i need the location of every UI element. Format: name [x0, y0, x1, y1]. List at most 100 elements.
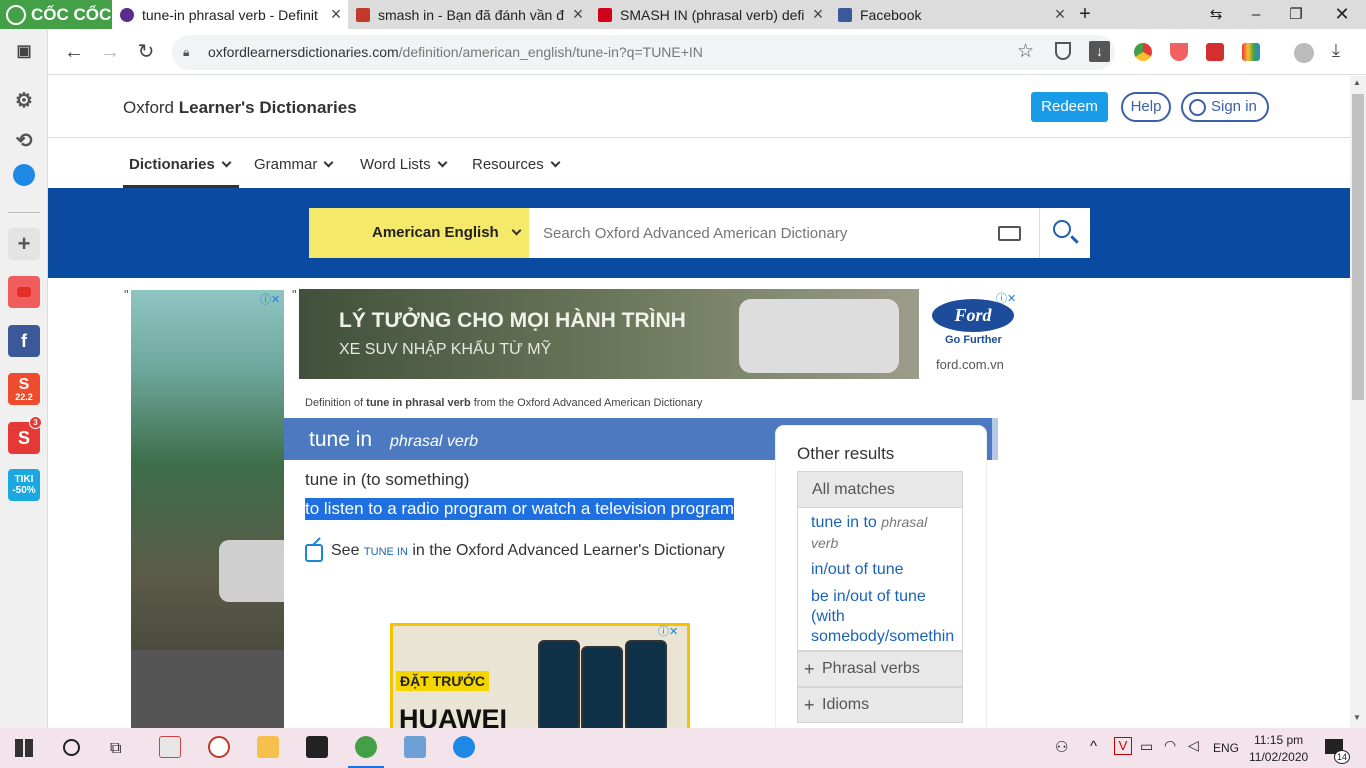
minimize-button[interactable]: – [1236, 0, 1276, 29]
see-also-link[interactable]: See TUNE IN in the Oxford Advanced Learn… [331, 542, 725, 560]
clock-date[interactable]: 11/02/2020 [1249, 750, 1308, 764]
tab-tune-in[interactable]: tune-in phrasal verb - Definit × [112, 0, 348, 29]
nav-resources[interactable]: Resources [472, 156, 561, 173]
extension-icon[interactable] [1134, 43, 1152, 61]
app-icon[interactable] [159, 736, 181, 758]
ad-banner-ford[interactable]: LÝ TƯỞNG CHO MỌI HÀNH TRÌNH XE SUV NHẬP … [299, 289, 919, 379]
close-icon[interactable]: × [566, 4, 590, 25]
tab-smash-in-definition[interactable]: SMASH IN (phrasal verb) defi × [590, 0, 830, 29]
unikey-icon[interactable]: V [1114, 737, 1132, 755]
close-icon[interactable]: × [806, 4, 830, 25]
facebook-favicon-icon [838, 7, 852, 22]
tab-facebook[interactable]: Facebook × [830, 0, 1072, 29]
redeem-button[interactable]: Redeem [1031, 92, 1108, 122]
adchoices-icon[interactable]: ⓘ✕ [996, 290, 1016, 306]
zalo-icon[interactable] [453, 736, 475, 758]
coccoc-menu-button[interactable]: CỐC CỐC [0, 0, 112, 29]
dictionary-select[interactable]: American English [309, 208, 529, 258]
task-view-icon[interactable]: ⧉ [110, 740, 121, 758]
scroll-down-arrow-icon[interactable]: ▼ [1353, 713, 1361, 722]
chevron-up-icon[interactable]: ^ [1090, 738, 1097, 755]
ad-car-image [219, 540, 284, 602]
url-text[interactable]: oxfordlearnersdictionaries.com/definitio… [208, 44, 703, 60]
restore-button[interactable]: ❐ [1276, 0, 1316, 29]
site-title-plain: Oxford [123, 98, 179, 117]
download-video-icon[interactable]: ↓ [1089, 41, 1110, 62]
sidebar-toggle-icon[interactable]: ▣ [8, 35, 40, 67]
add-shortcut-icon[interactable]: + [8, 228, 40, 260]
reload-button[interactable]: ↻ [134, 40, 158, 64]
sticky-notes-icon[interactable] [306, 736, 328, 758]
wifi-icon[interactable]: ◠ [1164, 737, 1176, 754]
history-icon[interactable]: ⟲ [8, 124, 40, 156]
nav-dictionaries[interactable]: Dictionaries [129, 156, 232, 173]
search-input[interactable] [529, 208, 1039, 258]
back-button[interactable]: ← [62, 40, 86, 64]
bookmark-star-icon[interactable]: ☆ [1017, 40, 1034, 63]
ad-preorder-tag: ĐẶT TRƯỚC [396, 671, 489, 691]
result-link-in-out-of-tune[interactable]: in/out of tune [811, 560, 904, 580]
result-link-tune-in-to-pos[interactable]: verb [811, 533, 838, 554]
web-page: Oxford Learner's Dictionaries Redeem Hel… [48, 76, 1350, 728]
shield-icon[interactable] [1055, 42, 1071, 60]
extension-icon[interactable] [1206, 43, 1224, 61]
file-explorer-icon[interactable] [257, 736, 279, 758]
all-matches-header[interactable]: All matches [798, 472, 962, 508]
adchoices-icon[interactable]: ⓘ✕ [260, 291, 280, 307]
help-button[interactable]: Help [1121, 92, 1171, 122]
search-icon[interactable] [63, 739, 80, 756]
tab-title: tune-in phrasal verb - Definit [142, 6, 318, 23]
forward-button[interactable]: → [98, 40, 122, 64]
nav-word-lists[interactable]: Word Lists [360, 156, 448, 173]
shopee-icon[interactable]: S 22.2 [8, 373, 40, 405]
phrasal-verbs-expander[interactable]: Phrasal verbs [797, 651, 963, 687]
scroll-up-arrow-icon[interactable]: ▲ [1353, 78, 1361, 87]
coccoc-taskbar-icon[interactable] [355, 736, 377, 758]
close-icon[interactable]: × [324, 4, 348, 25]
nav-grammar[interactable]: Grammar [254, 156, 334, 173]
ad-huawei[interactable]: ĐẶT TRƯỚC HUAWEI [390, 623, 690, 728]
youtube-icon[interactable] [8, 276, 40, 308]
search-icon-handle [1070, 235, 1079, 244]
clock-time[interactable]: 11:15 pm [1254, 733, 1303, 747]
tab-search-icon[interactable]: ⇆ [1196, 0, 1236, 29]
adblock-extension-icon[interactable] [1170, 43, 1188, 61]
facebook-icon[interactable]: f [8, 325, 40, 357]
ford-url[interactable]: ford.com.vn [936, 357, 1004, 372]
chevron-down-icon [437, 157, 448, 168]
nav-label: Word Lists [360, 156, 431, 173]
result-link-tune-in-to[interactable]: tune in to phrasal [811, 512, 927, 533]
tab-smash-in[interactable]: smash in - Bạn đã đánh vần đ × [348, 0, 590, 29]
result-link-be-in-out-of-tune-cont2[interactable]: somebody/somethin [811, 627, 963, 647]
adchoices-icon[interactable]: ⓘ✕ [658, 623, 678, 639]
extension-icon[interactable] [1242, 43, 1260, 61]
downloads-icon[interactable]: ⤓ [1332, 40, 1340, 61]
profile-avatar[interactable] [1294, 43, 1314, 63]
gear-icon[interactable]: ⚙ [8, 84, 40, 116]
sign-in-button[interactable]: Sign in [1181, 92, 1269, 122]
result-link-be-in-out-of-tune-cont[interactable]: (with [811, 607, 845, 627]
result-link-be-in-out-of-tune[interactable]: be in/out of tune [811, 587, 926, 607]
battery-icon[interactable]: ▭ [1140, 738, 1153, 755]
messenger-icon[interactable] [13, 164, 35, 186]
see-term[interactable]: TUNE IN [364, 546, 408, 558]
chevron-down-icon [550, 157, 561, 168]
close-window-button[interactable]: ✕ [1322, 0, 1362, 29]
volume-icon[interactable]: ◁ [1188, 737, 1199, 754]
app-icon[interactable] [404, 736, 426, 758]
lock-icon[interactable]: 🔒︎ [183, 45, 189, 60]
new-tab-button[interactable]: + [1065, 0, 1105, 29]
site-logo[interactable]: Oxford Learner's Dictionaries [123, 98, 357, 118]
sendo-icon[interactable]: S 3 [8, 416, 42, 454]
search-button[interactable] [1039, 208, 1090, 258]
ad-skyscraper[interactable] [131, 290, 284, 728]
tiki-icon[interactable]: TIKI -50% [8, 469, 40, 501]
idioms-expander[interactable]: Idioms [797, 687, 963, 723]
windows-start-icon[interactable] [15, 739, 33, 757]
scrollbar-thumb[interactable] [1352, 94, 1364, 400]
notification-badge: 3 [29, 416, 42, 429]
app-icon[interactable] [208, 736, 230, 758]
keyboard-icon[interactable] [998, 226, 1021, 241]
language-indicator[interactable]: ENG [1213, 741, 1239, 755]
people-icon[interactable]: ⚇ [1055, 738, 1068, 756]
